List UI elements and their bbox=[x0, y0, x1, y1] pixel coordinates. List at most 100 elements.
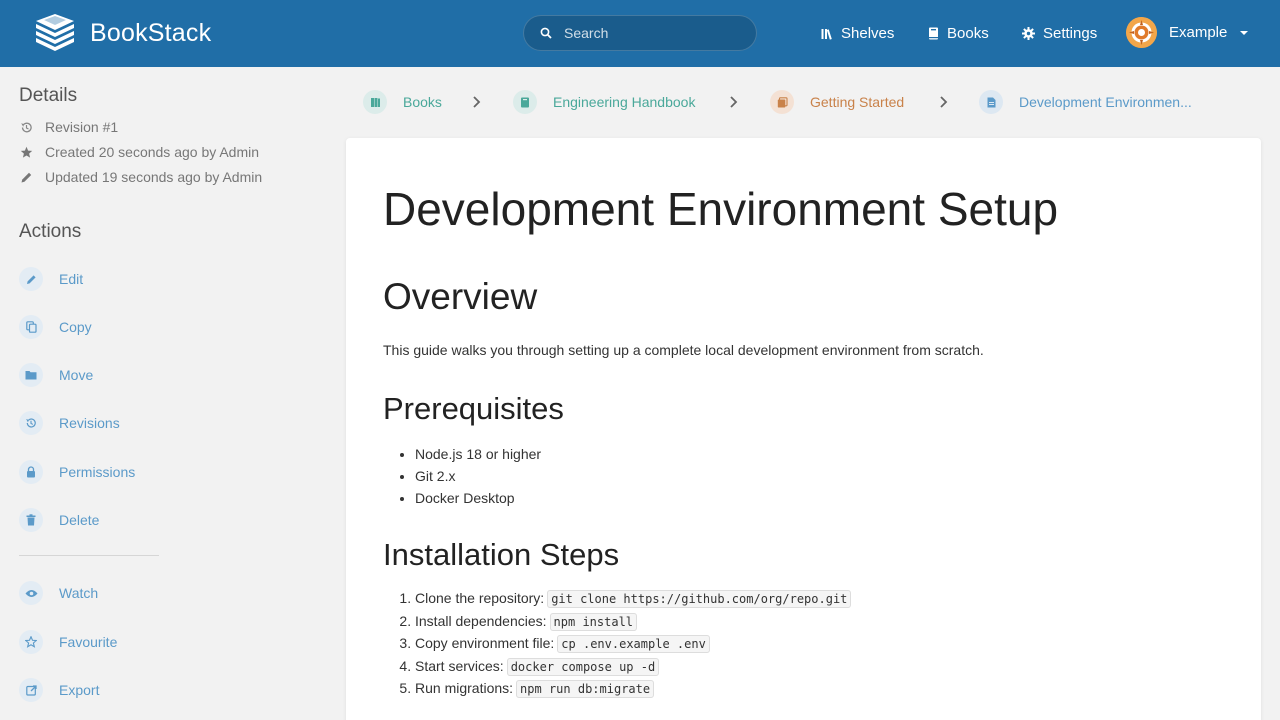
trash-icon bbox=[26, 514, 36, 526]
nav-books-label: Books bbox=[947, 25, 989, 42]
chevron-right-icon bbox=[730, 96, 738, 108]
export-label: Export bbox=[59, 682, 100, 698]
lock-icon bbox=[27, 466, 35, 478]
revision-meta: Revision #1 bbox=[19, 119, 118, 135]
list-item: Start services:docker compose up -d bbox=[415, 655, 851, 678]
history-icon bbox=[20, 122, 32, 132]
installation-heading: Installation Steps bbox=[383, 537, 620, 572]
move-action[interactable]: Move bbox=[19, 363, 93, 387]
chevron-right-icon bbox=[940, 96, 948, 108]
copy-icon bbox=[25, 321, 37, 333]
search-box[interactable] bbox=[523, 15, 757, 51]
user-name: Example bbox=[1169, 24, 1228, 41]
eye-icon bbox=[25, 589, 37, 597]
revisions-action[interactable]: Revisions bbox=[19, 411, 120, 435]
search-input[interactable] bbox=[564, 25, 734, 41]
star-outline-icon bbox=[25, 636, 37, 648]
page-title: Development Environment Setup bbox=[383, 183, 1059, 235]
code-snippet: npm run db:migrate bbox=[516, 680, 655, 699]
bookstack-logo-icon bbox=[36, 14, 74, 51]
actions-heading: Actions bbox=[19, 221, 82, 242]
move-label: Move bbox=[59, 367, 94, 383]
book-icon bbox=[521, 97, 529, 107]
revisions-label: Revisions bbox=[59, 415, 120, 431]
updated-text: Updated 19 seconds ago by Admin bbox=[45, 169, 263, 185]
favourite-action[interactable]: Favourite bbox=[19, 630, 117, 654]
app-name: BookStack bbox=[90, 18, 212, 47]
caret-down-icon bbox=[1240, 30, 1249, 35]
books-icon bbox=[370, 97, 380, 107]
avatar-image-icon bbox=[1126, 17, 1157, 48]
watch-action[interactable]: Watch bbox=[19, 581, 98, 605]
nav-settings-link[interactable]: Settings bbox=[1022, 25, 1097, 42]
copy-label: Copy bbox=[59, 319, 92, 335]
breadcrumb-books[interactable]: Books bbox=[363, 90, 442, 114]
created-text: Created 20 seconds ago by Admin bbox=[45, 144, 260, 160]
breadcrumb-books-label: Books bbox=[403, 94, 442, 110]
nav-books-link[interactable]: Books bbox=[928, 25, 989, 42]
code-snippet: git clone https://github.com/org/repo.gi… bbox=[547, 590, 852, 608]
app-logo[interactable]: BookStack bbox=[34, 14, 211, 52]
breadcrumb-page-label: Development Environmen... bbox=[1019, 94, 1192, 110]
list-item: Install dependencies:npm install bbox=[415, 610, 851, 633]
books-icon bbox=[929, 27, 938, 40]
code-snippet: docker compose up -d bbox=[506, 657, 660, 676]
delete-label: Delete bbox=[59, 512, 100, 528]
step-text: Start services: bbox=[415, 657, 504, 674]
list-item: Docker Desktop bbox=[415, 487, 541, 509]
sidebar-divider bbox=[19, 555, 159, 556]
search-icon bbox=[540, 27, 552, 39]
step-text: Run migrations: bbox=[415, 680, 514, 697]
page-content: Development Environment Setup Overview T… bbox=[346, 138, 1261, 720]
nav-settings-label: Settings bbox=[1043, 25, 1098, 42]
pencil-icon bbox=[21, 172, 31, 182]
breadcrumb-page[interactable]: Development Environmen... bbox=[979, 90, 1192, 114]
nav-shelves-label: Shelves bbox=[841, 25, 895, 42]
page-icon bbox=[987, 97, 995, 107]
installation-steps-list: Clone the repository:git clone https://g… bbox=[415, 587, 852, 700]
step-text: Clone the repository: bbox=[415, 590, 545, 606]
shelves-icon bbox=[821, 28, 832, 40]
revision-text: Revision #1 bbox=[45, 119, 119, 135]
export-icon bbox=[25, 684, 37, 696]
permissions-action[interactable]: Permissions bbox=[19, 460, 135, 484]
breadcrumb-chapter-label: Getting Started bbox=[810, 94, 905, 110]
history-icon bbox=[26, 418, 36, 428]
prerequisites-heading: Prerequisites bbox=[383, 391, 564, 426]
list-item: Clone the repository:git clone https://g… bbox=[415, 587, 852, 610]
star-icon bbox=[20, 146, 32, 158]
avatar bbox=[1126, 17, 1157, 48]
overview-heading: Overview bbox=[383, 276, 538, 317]
updated-meta: Updated 19 seconds ago by Admin bbox=[19, 169, 262, 185]
nav-shelves-link[interactable]: Shelves bbox=[821, 25, 894, 42]
edit-icon bbox=[26, 274, 36, 284]
favourite-label: Favourite bbox=[59, 634, 118, 650]
export-action[interactable]: Export bbox=[19, 678, 99, 702]
gear-icon bbox=[1022, 27, 1035, 40]
delete-action[interactable]: Delete bbox=[19, 508, 99, 532]
created-meta: Created 20 seconds ago by Admin bbox=[19, 144, 259, 160]
chevron-right-icon bbox=[473, 96, 481, 108]
step-text: Copy environment file: bbox=[415, 635, 555, 652]
breadcrumb-book[interactable]: Engineering Handbook bbox=[513, 90, 695, 114]
step-text: Install dependencies: bbox=[415, 612, 547, 629]
watch-label: Watch bbox=[59, 585, 99, 601]
user-menu[interactable]: Example bbox=[1126, 17, 1249, 48]
edit-label: Edit bbox=[59, 271, 84, 287]
app-header: BookStack Shelves Books bbox=[0, 0, 1280, 67]
details-heading: Details bbox=[19, 85, 78, 106]
list-item: Copy environment file:cp .env.example .e… bbox=[415, 632, 851, 655]
code-snippet: cp .env.example .env bbox=[557, 635, 710, 654]
overview-paragraph: This guide walks you through setting up … bbox=[383, 342, 984, 358]
permissions-label: Permissions bbox=[59, 464, 136, 480]
list-item: Node.js 18 or higher bbox=[415, 443, 541, 465]
breadcrumb-chapter[interactable]: Getting Started bbox=[770, 90, 904, 114]
chapter-icon bbox=[777, 96, 788, 107]
copy-action[interactable]: Copy bbox=[19, 315, 92, 339]
edit-action[interactable]: Edit bbox=[19, 267, 83, 291]
code-snippet: npm install bbox=[549, 612, 638, 631]
folder-icon bbox=[25, 371, 37, 380]
left-sidebar: Details Revision #1 Created 20 seconds a… bbox=[0, 67, 330, 720]
breadcrumb-book-label: Engineering Handbook bbox=[553, 94, 696, 110]
list-item: Git 2.x bbox=[415, 465, 541, 487]
